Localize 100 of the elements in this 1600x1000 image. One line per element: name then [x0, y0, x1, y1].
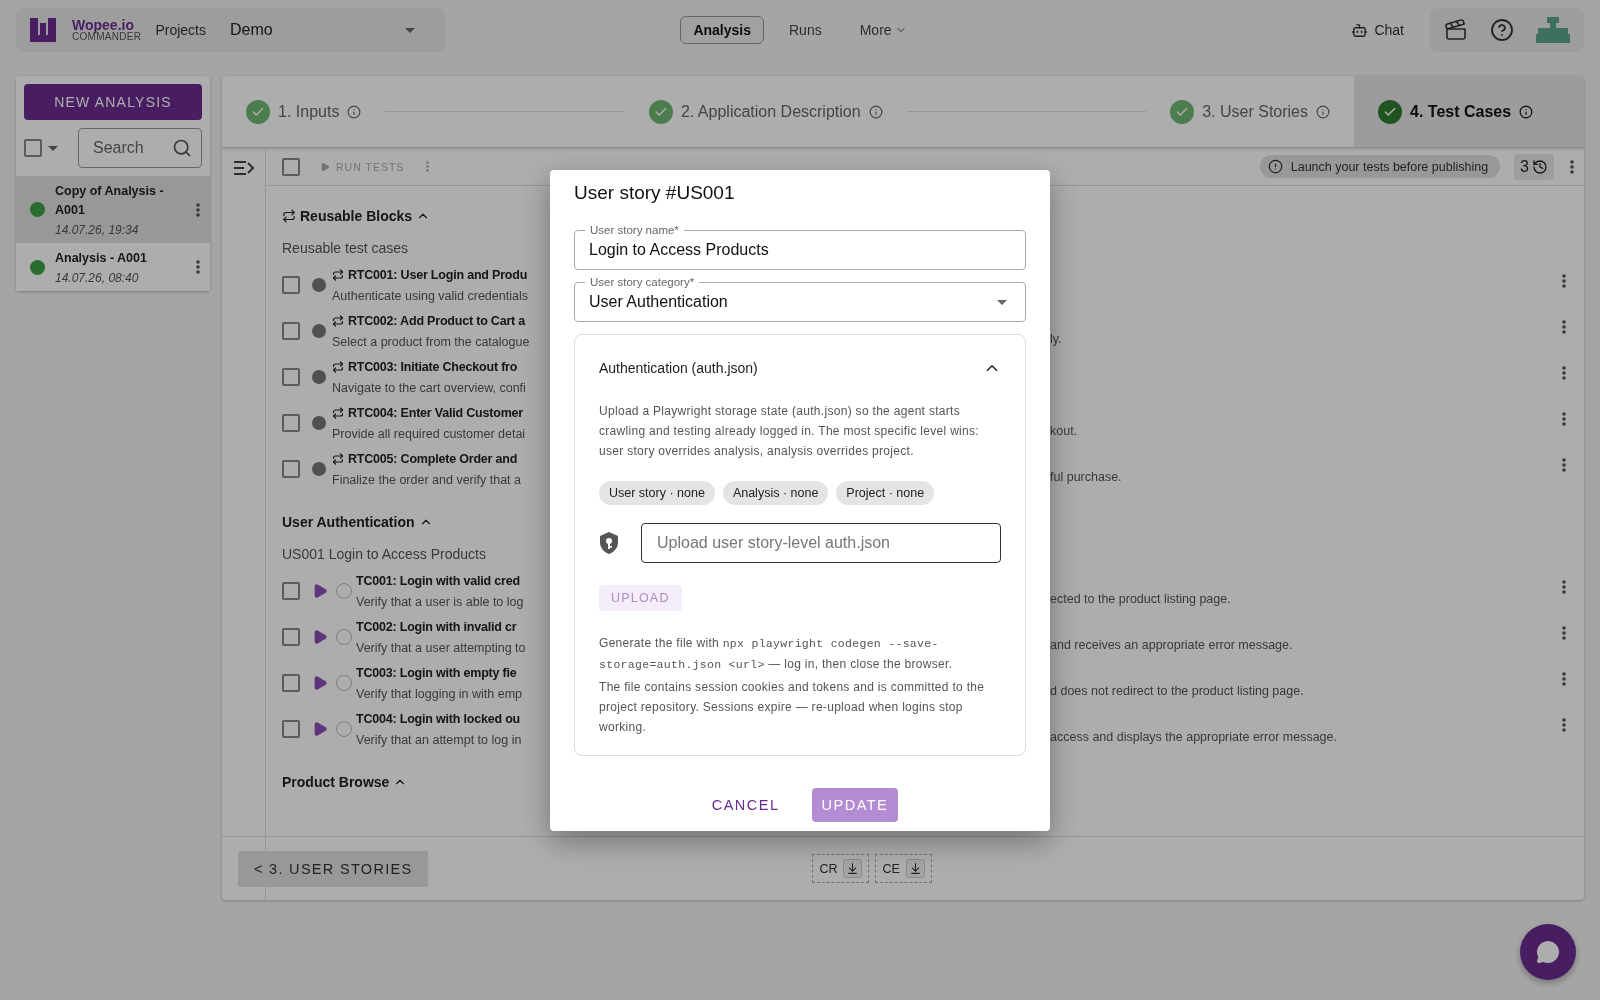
- more-vert-icon: [1562, 366, 1566, 380]
- more-vert-icon: [426, 161, 430, 172]
- clapperboard-icon: [1444, 18, 1468, 42]
- help-button[interactable]: [1490, 18, 1514, 42]
- logo-name: Wopee.io: [72, 18, 134, 32]
- chat-fab-button[interactable]: [1520, 924, 1576, 980]
- row-checkbox[interactable]: [282, 368, 300, 386]
- test-case-description: d does not redirect to the product listing page.: [1050, 684, 1304, 698]
- clapperboard-button[interactable]: [1444, 18, 1468, 42]
- test-case-description: Provide all required customer detai: [332, 425, 526, 443]
- test-case-title: RTC005: Complete Order and: [348, 452, 518, 466]
- analysis-item[interactable]: Analysis - A001 14.07.26, 08:40: [16, 243, 210, 291]
- back-button[interactable]: < 3. USER STORIES: [238, 850, 429, 887]
- new-analysis-button[interactable]: NEW ANALYSIS: [24, 84, 202, 120]
- history-button[interactable]: 3: [1514, 153, 1554, 180]
- section-header[interactable]: User Authentication: [282, 514, 433, 530]
- more-vert-icon: [1562, 320, 1566, 334]
- export-label: CE: [882, 861, 900, 876]
- select-all-checkbox[interactable]: [282, 157, 300, 176]
- section-header[interactable]: Reusable Blocks: [282, 208, 431, 224]
- more-vert-icon: [1562, 412, 1566, 426]
- test-case-description: kout.: [1050, 424, 1078, 438]
- status-dot: [30, 202, 45, 217]
- status-dot: [312, 416, 326, 430]
- auth-description: Upload a Playwright storage state (auth.json) so the agent starts crawling and testing already logged in. The most specific level wins: user story overrides analysis, analysis overrides project.: [599, 403, 980, 460]
- test-case-title: RTC002: Add Product to Cart a: [348, 314, 526, 328]
- project-select[interactable]: Demo: [219, 21, 433, 39]
- projects-label: Projects: [155, 22, 206, 38]
- row-checkbox[interactable]: [282, 674, 300, 692]
- test-case-description: Navigate to the cart overview, confi: [332, 379, 526, 397]
- row-checkbox[interactable]: [282, 414, 300, 432]
- play-icon: [320, 161, 330, 172]
- chat-button[interactable]: Chat: [1345, 20, 1410, 40]
- dropdown-caret-icon: [405, 27, 415, 33]
- alert-icon: [1267, 159, 1283, 174]
- row-checkbox[interactable]: [282, 276, 300, 294]
- status-dot: [312, 278, 326, 292]
- download-button[interactable]: [843, 859, 863, 878]
- row-checkbox[interactable]: [282, 322, 300, 340]
- row-checkbox[interactable]: [282, 628, 300, 646]
- status-dot: [312, 370, 326, 384]
- play-button[interactable]: [312, 629, 328, 645]
- test-case-title: RTC001: User Login and Produ: [348, 268, 528, 282]
- cancel-button[interactable]: CANCEL: [701, 788, 790, 822]
- test-case-title: RTC003: Initiate Checkout fro: [348, 360, 518, 374]
- analysis-name: Copy of Analysis - A001: [55, 183, 165, 219]
- logo-subtitle: COMMANDER: [72, 32, 142, 42]
- step-tab[interactable]: 4. Test Cases: [1354, 76, 1584, 147]
- row-checkbox[interactable]: [282, 720, 300, 738]
- search-icon: [172, 138, 192, 158]
- select-menu-caret-icon: [48, 145, 58, 151]
- repeat-icon: [332, 407, 344, 419]
- history-icon: [1532, 158, 1548, 175]
- nav-tab[interactable]: Runs: [776, 16, 835, 44]
- level-chip: User story · none: [599, 481, 715, 505]
- field-value: User Authentication: [589, 293, 728, 311]
- analysis-name: Analysis - A001: [55, 250, 148, 267]
- dropdown-caret-icon: [997, 299, 1007, 305]
- step-tab[interactable]: 2. Application Description: [624, 76, 907, 147]
- test-case-title: TC004: Login with locked ou: [356, 712, 521, 726]
- test-case-description: access and displays the appropriate error message.: [1050, 730, 1337, 744]
- test-case-description: ly.: [1050, 332, 1062, 346]
- row-checkbox[interactable]: [282, 582, 300, 600]
- row-checkbox[interactable]: [282, 460, 300, 478]
- auth-note: The file contains session cookies and tokens and is committed to the project repository. Sessions expire — re-upload when logins stop working.: [599, 679, 986, 736]
- file-input-field[interactable]: Upload user story-level auth.json: [641, 523, 1001, 563]
- section-header[interactable]: Product Browse: [282, 774, 408, 790]
- collapse-panel-icon[interactable]: [232, 160, 255, 176]
- shield-key-icon: [599, 532, 619, 554]
- analysis-date: 14.07.26, 08:40: [55, 271, 140, 285]
- repeat-icon: [332, 453, 344, 465]
- dialog-title: User story #US001: [574, 182, 736, 204]
- status-dot: [30, 259, 45, 275]
- more-vert-icon: [1570, 159, 1574, 174]
- more-vert-icon: [1562, 626, 1566, 640]
- status-dot: [312, 462, 326, 476]
- nav-tab[interactable]: More: [846, 16, 920, 44]
- auth-panel-header[interactable]: Authentication (auth.json): [599, 335, 1001, 401]
- download-icon: [908, 862, 922, 875]
- robot-icon: [1351, 21, 1369, 39]
- select-all-checkbox[interactable]: [24, 139, 42, 157]
- nav-tab[interactable]: Analysis: [680, 16, 764, 44]
- test-case-description: Verify that a user attempting to: [356, 639, 526, 657]
- field-label: User story category*: [585, 275, 700, 289]
- repeat-icon: [332, 361, 344, 373]
- step-tab[interactable]: 1. Inputs: [222, 76, 386, 147]
- search-field[interactable]: Search: [78, 128, 202, 168]
- test-case-title: TC001: Login with valid cred: [356, 574, 520, 588]
- play-button[interactable]: [312, 583, 328, 599]
- field-value: Login to Access Products: [589, 241, 769, 259]
- section-subtitle: US001 Login to Access Products: [282, 546, 486, 562]
- test-case-title: TC003: Login with empty fie: [356, 666, 517, 680]
- step-tab[interactable]: 3. User Stories: [1146, 76, 1354, 147]
- logo-icon: [28, 15, 58, 45]
- section-subtitle: Reusable test cases: [282, 240, 409, 256]
- download-icon: [846, 862, 860, 875]
- play-button[interactable]: [312, 721, 328, 737]
- play-button[interactable]: [312, 675, 328, 691]
- analysis-item[interactable]: Copy of Analysis - A001 14.07.26, 19:34: [16, 176, 210, 243]
- download-button[interactable]: [905, 859, 925, 878]
